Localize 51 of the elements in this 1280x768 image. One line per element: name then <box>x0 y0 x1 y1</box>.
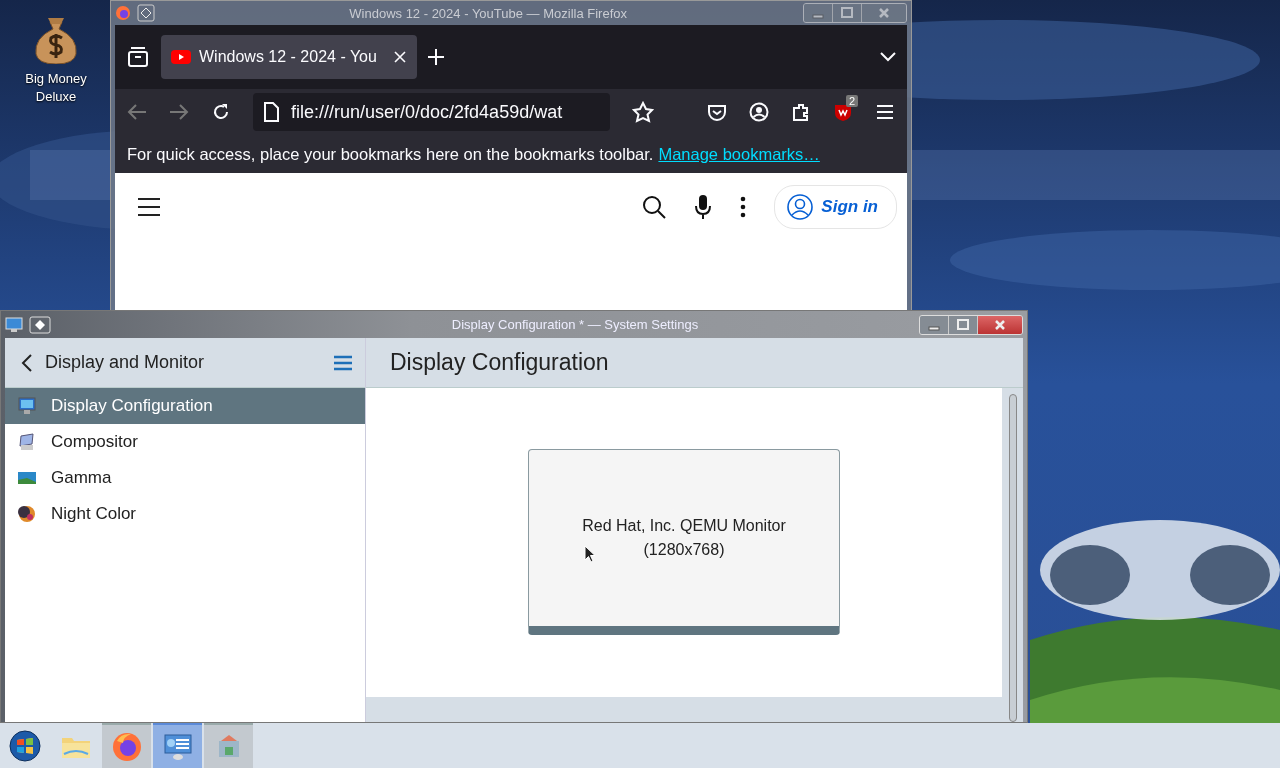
cursor-icon <box>584 545 596 563</box>
window-title: Windows 12 - 2024 - YouTube — Mozilla Firefox <box>348 5 628 21</box>
account-icon[interactable] <box>749 102 769 122</box>
bookmarks-hint: For quick access, place your bookmarks here on the bookmarks toolbar. <box>127 144 654 164</box>
chevron-down-icon[interactable] <box>879 51 897 63</box>
plus-icon[interactable] <box>427 48 445 66</box>
night-icon <box>17 504 37 524</box>
start-orb-icon <box>8 729 41 762</box>
monitor-name: Red Hat, Inc. QEMU Monitor <box>582 516 786 536</box>
star-icon[interactable] <box>631 101 654 123</box>
firefox-icon <box>110 730 143 763</box>
maximize-icon[interactable] <box>956 317 970 332</box>
close-icon[interactable] <box>993 317 1007 332</box>
address-field[interactable]: file:///run/user/0/doc/2fd4a59d/wat <box>253 93 610 131</box>
search-icon[interactable] <box>642 195 667 219</box>
manage-bookmarks-link[interactable]: Manage bookmarks… <box>658 144 820 164</box>
back-arrow-icon[interactable] <box>127 103 147 121</box>
account-icon <box>787 194 814 220</box>
sidebar-item[interactable]: Night Color <box>5 496 365 532</box>
sign-in-button[interactable]: Sign in <box>774 185 897 229</box>
close-icon[interactable] <box>393 50 407 64</box>
sidebar-item[interactable]: Display Configuration <box>5 388 365 424</box>
page-icon <box>263 102 279 122</box>
pocket-icon[interactable] <box>707 102 727 122</box>
pin-icon[interactable] <box>29 315 51 334</box>
scrollbar[interactable] <box>1008 394 1017 722</box>
count-badge: 2 <box>846 95 859 107</box>
pin-icon[interactable] <box>137 4 155 22</box>
menu-icon[interactable] <box>875 103 895 121</box>
tab-overview-icon[interactable] <box>125 44 151 70</box>
more-options-icon[interactable] <box>740 196 747 218</box>
sidebar-item[interactable]: Compositor <box>5 424 365 460</box>
sidebar-item[interactable]: Gamma <box>5 460 365 496</box>
window-title: Display Configuration * — System Settings <box>450 317 700 332</box>
display-icon <box>17 396 37 416</box>
taskbar-button[interactable] <box>153 723 202 768</box>
monitor-icon[interactable] <box>5 316 23 333</box>
forward-arrow-icon[interactable] <box>169 103 189 121</box>
sidebar-header: Display and Monitor <box>45 352 206 373</box>
back-chevron-icon[interactable] <box>21 352 33 373</box>
reload-icon[interactable] <box>211 102 231 122</box>
compositor-icon <box>17 432 37 452</box>
puzzle-icon[interactable] <box>791 102 811 122</box>
play-logo-icon <box>171 50 191 64</box>
monitor-resolution: (1280x768) <box>643 540 725 560</box>
icon-label[interactable]: Big Money Deluxe <box>21 70 91 106</box>
browser-tab[interactable]: Windows 12 - 2024 - You <box>161 35 417 79</box>
menu-icon[interactable] <box>137 197 161 217</box>
monitor-tile[interactable]: Red Hat, Inc. QEMU Monitor (1280x768) <box>528 449 840 635</box>
taskbar-button[interactable] <box>102 723 151 768</box>
microphone-icon[interactable] <box>694 194 713 220</box>
